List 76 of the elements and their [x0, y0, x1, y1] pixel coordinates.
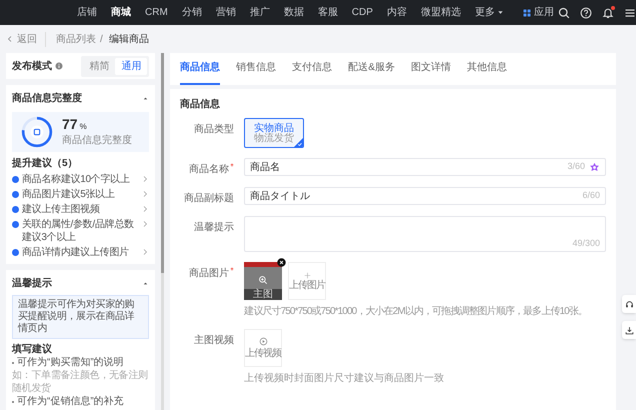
tab[interactable]: 支付信息 — [292, 60, 332, 85]
publish-mode-label: 发布模式 — [12, 60, 52, 74]
zoom-icon[interactable] — [258, 275, 268, 285]
hint-text: 上传视频时封面图片尺寸建议与商品图片一致 — [244, 372, 446, 386]
field-label: 温馨提示 — [194, 220, 234, 235]
more-menu[interactable]: 更多 — [468, 5, 511, 20]
collapse-icon[interactable] — [142, 280, 150, 287]
tab[interactable]: 销售信息 — [236, 60, 276, 85]
grid-icon — [522, 8, 531, 16]
download-icon — [624, 326, 634, 334]
field-label: 主图视频 — [194, 334, 234, 348]
product-type-option[interactable]: 实物商品 物流发货 — [244, 118, 304, 148]
nav-item[interactable]: 内容 — [380, 5, 414, 20]
section-title: 商品信息 — [180, 97, 222, 112]
chevron-left-icon — [6, 35, 14, 43]
tips-notice: 温馨提示可作为对买家的购买提醒说明，展示在商品详情页内 — [12, 295, 150, 339]
suggestion-item[interactable]: 商品图片建议5张以上 — [12, 187, 150, 202]
percent-unit: % — [80, 121, 87, 133]
tip-line: 可作为“购买需知”的说明 — [17, 356, 124, 369]
help-icon[interactable] — [580, 6, 592, 18]
tip-line: 可作为“促销信息”的补充 — [17, 395, 124, 408]
card-title: 温馨提示 — [12, 276, 52, 291]
nav-item[interactable]: 商城 — [104, 5, 138, 20]
suggestion-item[interactable]: 商品名称建议10个字以上 — [12, 172, 150, 187]
search-icon[interactable] — [558, 6, 570, 18]
headset-icon — [624, 300, 634, 308]
field-label: 商品副标题 — [184, 192, 234, 206]
score-value: 77 — [62, 116, 78, 132]
field-label: 商品类型 — [194, 122, 234, 137]
nav-item[interactable]: 推广 — [242, 5, 277, 20]
image-caption: 主图 — [244, 289, 282, 300]
tab[interactable]: 配送&服务 — [348, 60, 395, 85]
suggestion-item[interactable]: 关联的属性/参数/品牌总数建议3个以上 — [12, 217, 150, 245]
field-label: 商品图片 — [189, 266, 230, 281]
nav-item[interactable]: 微盟精选 — [414, 5, 468, 20]
chevron-right-icon — [141, 248, 150, 256]
section-title: 填写建议 — [12, 343, 53, 356]
nav-item[interactable]: CRM — [138, 5, 175, 20]
apps-button[interactable]: 应用 — [518, 5, 558, 20]
download-button[interactable] — [622, 321, 636, 339]
nav-item[interactable]: 数据 — [276, 5, 311, 20]
breadcrumb-separator: / — [100, 32, 103, 46]
nav-item[interactable]: 分销 — [174, 5, 209, 20]
menu-icon[interactable] — [624, 6, 636, 18]
nav-item[interactable]: 营销 — [208, 5, 243, 20]
card-title: 商品信息完整度 — [12, 91, 82, 106]
text-field[interactable]: 商品タイトル 6/60 — [244, 187, 606, 205]
text-field[interactable]: 商品名 3/60 — [244, 158, 606, 176]
nav-item[interactable]: 客服 — [310, 5, 345, 20]
close-icon[interactable] — [277, 258, 286, 267]
nav-item[interactable]: CDP — [344, 5, 380, 20]
tab[interactable]: 商品信息 — [180, 60, 220, 85]
collapse-icon[interactable] — [142, 95, 150, 102]
play-icon — [258, 336, 268, 346]
suggestion-item[interactable]: 建议上传主图视频 — [12, 202, 150, 217]
suggestion-item[interactable]: 商品详情内建议上传图片 — [12, 245, 150, 260]
progress-ring — [20, 115, 54, 149]
mode-option[interactable]: 通用 — [115, 58, 148, 74]
tip-example: 如：下单需备注颜色，无备注则随机发货 — [12, 369, 149, 395]
tab[interactable]: 图文详情 — [410, 60, 451, 85]
upload-image-button[interactable]: 上传图片 — [288, 262, 326, 300]
bell-icon[interactable] — [602, 6, 614, 18]
section-title: 提升建议（5） — [12, 157, 79, 170]
breadcrumb-current: 编辑商品 — [108, 32, 149, 46]
tab[interactable]: 其他信息 — [466, 60, 507, 85]
plus-icon — [302, 270, 312, 280]
info-icon — [55, 62, 63, 70]
support-button[interactable] — [622, 295, 636, 313]
scrollbar[interactable] — [161, 53, 164, 273]
caret-icon — [496, 9, 504, 16]
score-caption: 商品信息完整度 — [62, 134, 132, 148]
upload-video-button[interactable]: 上传视频 — [244, 329, 282, 367]
field-label: 商品名称 — [189, 162, 230, 177]
hint-text: 建议尺寸750*750或750*1000，大小在2M以内，可拖拽调整图片顺序，最多上传10张。 — [244, 304, 588, 319]
sparkle-icon[interactable] — [589, 162, 600, 172]
nav-item[interactable]: 店铺 — [70, 5, 104, 20]
